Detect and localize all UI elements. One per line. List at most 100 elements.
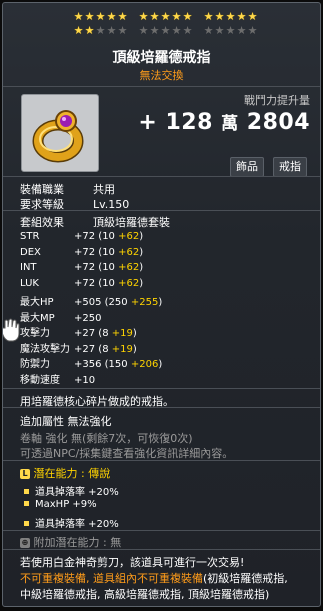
cp-wan: 萬: [221, 114, 239, 134]
item-name: 頂級培羅德戒指: [112, 50, 211, 66]
stat-total: +10: [74, 374, 96, 386]
stat-base: (150: [104, 359, 128, 370]
stat-name: STR: [20, 231, 40, 242]
stat-row: 最大HP +505 (250 +255): [20, 293, 162, 308]
divider: [3, 407, 320, 408]
star-row-1: ★ ★ ★ ★ ★ ★ ★ ★ ★ ★ ★ ★ ★ ★ ★: [73, 11, 258, 23]
cp-prefix: + 128: [138, 110, 213, 135]
empty-star-icon: ★: [106, 24, 117, 37]
empty-star-icon: ★: [182, 24, 193, 37]
stat-base: (8: [98, 343, 109, 355]
potential-line: MaxHP +9%: [20, 499, 97, 510]
filled-star-icon: ★: [73, 24, 84, 37]
enhance-line: 追加屬性 無法強化: [20, 415, 112, 428]
stat-row: 魔法攻擊力 +27 (8 +19): [20, 340, 137, 355]
stat-bonus: +255: [130, 297, 159, 308]
star-gap: [193, 25, 203, 37]
stat-total: +27: [74, 328, 96, 339]
stat-total: +505: [74, 297, 102, 308]
tag-accessory: 飾品: [230, 157, 264, 177]
filled-star-icon: ★: [160, 10, 171, 23]
stat-total: +72: [74, 262, 96, 273]
stat-total: +27: [74, 343, 96, 355]
set-restriction: 不可重複裝備, 道具組內不可重複裝備(初級培羅德戒指,: [20, 570, 288, 586]
stat-row: 移動速度 +10: [20, 371, 95, 386]
job-label: 裝備職業: [20, 183, 64, 196]
stat-close: ): [139, 246, 144, 258]
stat-base: (250: [104, 297, 128, 308]
stat-close: ): [139, 231, 144, 242]
empty-star-icon: ★: [149, 24, 160, 37]
stat-row: LUK +72 (10 +62): [20, 278, 143, 289]
filled-star-icon: ★: [84, 10, 95, 23]
potential-header: L 潛在能力 : 傳說: [20, 465, 110, 481]
stat-name: LUK: [20, 277, 39, 289]
bonus-potential: ⊕ 附加潛在能力 : 無: [20, 534, 121, 550]
stat-total: +250: [74, 312, 102, 324]
stat-name: INT: [20, 262, 37, 273]
stat-total: +356: [74, 359, 102, 370]
combat-power-value: + 128 萬 2804: [138, 109, 310, 135]
filled-star-icon: ★: [138, 10, 149, 23]
divider: [3, 210, 320, 211]
stat-total: +72: [74, 277, 96, 289]
stat-close: ): [139, 277, 144, 289]
stat-name: 最大HP: [20, 297, 54, 308]
star-force-stars: ★ ★ ★ ★ ★ ★ ★ ★ ★ ★ ★ ★ ★ ★ ★ ★ ★ ★ ★ ★ ★ ★ ★ ★ ★ ★ ★ ★ ★ ★: [3, 11, 320, 41]
ring-icon: [32, 110, 84, 163]
stat-row: INT +72 (10 +62): [20, 262, 143, 273]
legendary-potential-icon: L: [20, 469, 30, 479]
bonus-potential-label: 附加潛在能力 : 無: [33, 536, 122, 549]
stat-base: (10: [98, 246, 115, 258]
stat-row: 最大MP +250: [20, 309, 101, 324]
stat-close: ): [132, 343, 137, 355]
stat-row: STR +72 (10 +62): [20, 231, 143, 242]
stat-name: 防禦力: [20, 359, 50, 370]
stat-row: 攻擊力 +27 (8 +19): [20, 324, 137, 339]
filled-star-icon: ★: [236, 10, 247, 23]
bullet-icon: [24, 521, 29, 526]
empty-star-icon: ★: [203, 24, 214, 37]
filled-star-icon: ★: [214, 10, 225, 23]
stat-close: ): [158, 359, 163, 370]
stat-base: (10: [98, 262, 115, 273]
stat-close: ): [139, 262, 144, 273]
stat-total: +72: [74, 231, 96, 242]
set-effect-name: 頂級培羅德套裝: [93, 216, 170, 229]
bonus-potential-icon: ⊕: [20, 538, 30, 548]
filled-star-icon: ★: [247, 10, 258, 23]
stat-bonus: +206: [130, 359, 159, 370]
filled-star-icon: ★: [171, 10, 182, 23]
star-gap: [128, 11, 138, 23]
stat-bonus: +62: [118, 246, 140, 258]
empty-star-icon: ★: [225, 24, 236, 37]
job-value: 共用: [93, 183, 115, 196]
empty-star-icon: ★: [160, 24, 171, 37]
enhance-hint: 可透過NPC/採集鍵查看強化資訊詳細內容。: [20, 447, 234, 460]
stat-bonus: +62: [118, 231, 140, 242]
stat-row: 防禦力 +356 (150 +206): [20, 355, 162, 370]
potential-line: 道具掉落率 +20%: [20, 483, 119, 498]
divider: [3, 549, 320, 550]
divider: [3, 530, 320, 531]
stat-total: +72: [74, 246, 96, 258]
divider: [3, 86, 320, 87]
stat-close: ): [158, 297, 163, 308]
filled-star-icon: ★: [117, 10, 128, 23]
stat-base: (10: [98, 231, 115, 242]
filled-star-icon: ★: [106, 10, 117, 23]
filled-star-icon: ★: [182, 10, 193, 23]
stat-base: (10: [98, 277, 115, 289]
empty-star-icon: ★: [117, 24, 128, 37]
filled-star-icon: ★: [95, 10, 106, 23]
set-effect-label: 套組效果: [20, 216, 64, 229]
star-gap: [193, 11, 203, 23]
stat-name: 攻擊力: [20, 328, 50, 339]
filled-star-icon: ★: [203, 10, 214, 23]
empty-star-icon: ★: [171, 24, 182, 37]
hand-cursor-icon: [3, 318, 20, 342]
filled-star-icon: ★: [225, 10, 236, 23]
stat-name: DEX: [20, 246, 41, 258]
empty-star-icon: ★: [95, 24, 106, 37]
bullet-icon: [24, 501, 29, 506]
